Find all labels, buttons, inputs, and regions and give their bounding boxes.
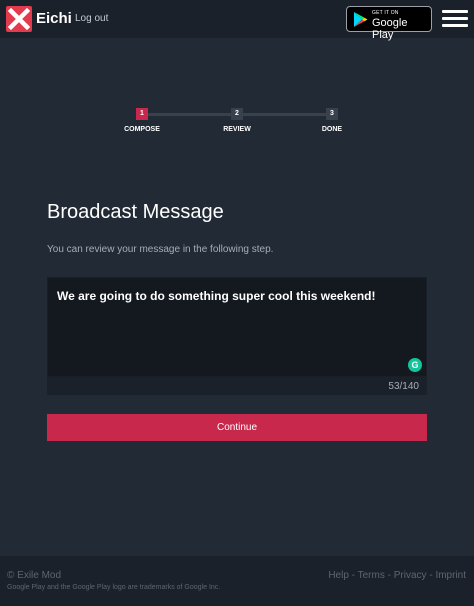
footer-link-imprint[interactable]: Imprint	[435, 570, 466, 581]
footer-link-privacy[interactable]: Privacy	[394, 570, 427, 581]
badge-big-text: Google Play	[372, 17, 408, 41]
menu-bar-bottom	[442, 24, 468, 27]
char-counter-bar: 53/140	[47, 377, 427, 395]
step-3-label: DONE	[321, 126, 343, 133]
step-1-label: COMPOSE	[124, 126, 160, 133]
brand-name[interactable]: Eichi	[36, 10, 72, 27]
message-text: We are going to do something super cool …	[57, 289, 376, 303]
message-textarea[interactable]: We are going to do something super cool …	[47, 277, 427, 377]
copyright-text: © Exile Mod	[7, 570, 62, 581]
step-1-number: 1	[136, 108, 148, 120]
step-2-number: 2	[231, 108, 243, 120]
page-subtitle: You can review your message in the follo…	[47, 244, 274, 255]
page-title: Broadcast Message	[47, 201, 224, 223]
x-logo-icon[interactable]	[6, 6, 32, 32]
footer-separator: -	[348, 570, 358, 581]
footer-link-terms[interactable]: Terms	[358, 570, 385, 581]
char-counter: 53/140	[388, 381, 419, 392]
trademark-notice: Google Play and the Google Play logo are…	[7, 584, 221, 591]
step-3-number: 3	[326, 108, 338, 120]
google-play-badge[interactable]: GET IT ON Google Play	[346, 6, 432, 41]
grammarly-icon[interactable]: G	[408, 358, 422, 372]
footer-links: Help - Terms - Privacy - Imprint	[328, 570, 466, 581]
stepper-connector	[243, 113, 326, 116]
hamburger-menu-icon[interactable]	[442, 10, 468, 28]
app-header: Eichi Log out GET IT ON Google Play	[0, 0, 474, 41]
footer-link-help[interactable]: Help	[328, 570, 349, 581]
page-footer: © Exile Mod Google Play and the Google P…	[0, 556, 474, 606]
menu-bar-top	[442, 10, 468, 13]
step-2-label: REVIEW	[223, 126, 251, 133]
progress-stepper: 1 COMPOSE 2 REVIEW 3 DONE	[0, 100, 474, 140]
badge-small-text: GET IT ON	[372, 10, 399, 16]
menu-bar-middle	[442, 17, 468, 20]
google-play-icon	[353, 11, 368, 33]
logout-link[interactable]: Log out	[75, 13, 108, 24]
continue-button[interactable]: Continue	[47, 414, 427, 441]
stepper-connector	[148, 113, 231, 116]
footer-separator: -	[384, 570, 394, 581]
